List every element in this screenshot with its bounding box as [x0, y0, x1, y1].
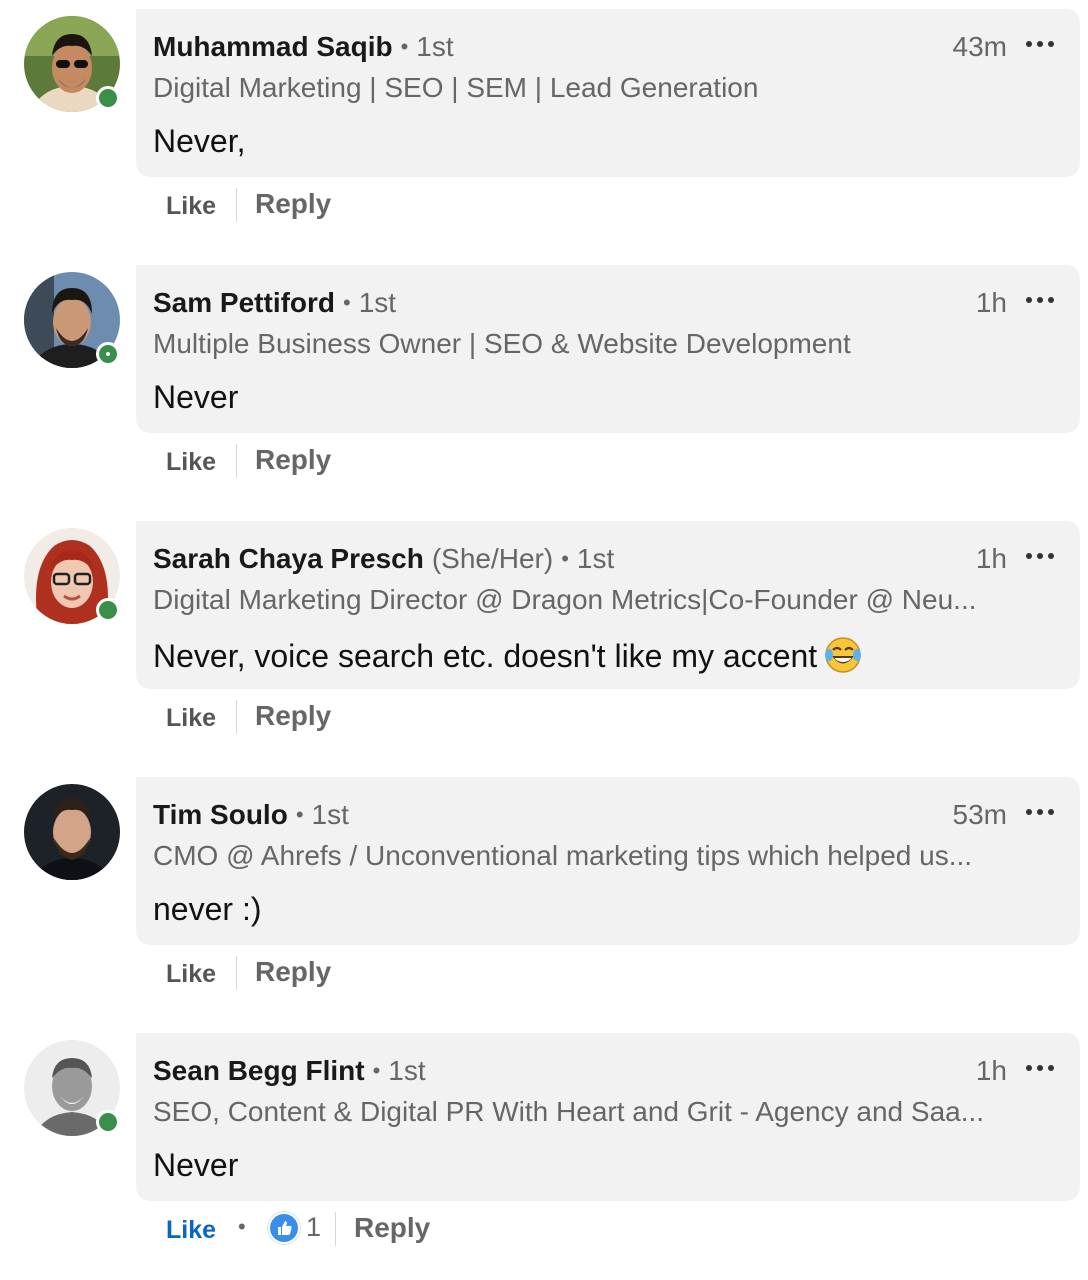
comment-bubble: Sean Begg Flint • 1st 1h SEO, Content & Di… — [136, 1033, 1080, 1201]
author-headline: Digital Marketing Director @ Dragon Metr… — [153, 584, 977, 615]
comment-header: Muhammad Saqib • 1st — [153, 31, 454, 63]
online-status-icon — [96, 598, 120, 622]
separator-dot: • — [238, 1214, 246, 1239]
like-button[interactable]: Like — [166, 960, 216, 989]
divider — [236, 956, 237, 990]
separator-dot: • — [343, 290, 351, 315]
more-options-icon[interactable] — [1026, 295, 1054, 305]
divider — [236, 700, 237, 734]
comment: Muhammad Saqib • 1st 43m Digital Marketing… — [0, 0, 1088, 256]
comment-header: Sam Pettiford • 1st — [153, 287, 396, 319]
comment: Sam Pettiford • 1st 1h Multiple Business O… — [0, 256, 1088, 512]
author-name[interactable]: Tim Soulo — [153, 799, 288, 830]
online-status-icon — [96, 1110, 120, 1134]
comment-header: Sarah Chaya Presch (She/Her) • 1st — [153, 543, 614, 575]
separator-dot: • — [372, 1058, 381, 1083]
connection-degree: 1st — [311, 799, 349, 830]
comment-text: Never, — [153, 123, 246, 159]
like-button[interactable]: Like — [166, 448, 216, 477]
reply-button[interactable]: Reply — [255, 188, 331, 220]
reply-button[interactable]: Reply — [255, 956, 331, 988]
online-status-icon — [96, 86, 120, 110]
connection-degree: 1st — [576, 543, 615, 574]
timestamp: 1h — [975, 1055, 1007, 1086]
author-name[interactable]: Sam Pettiford — [153, 287, 335, 318]
author-headline: Multiple Business Owner | SEO & Website … — [153, 328, 851, 359]
like-button[interactable]: Like — [166, 192, 216, 221]
more-options-icon[interactable] — [1026, 807, 1054, 817]
comment-bubble: Sam Pettiford • 1st 1h Multiple Business O… — [136, 265, 1080, 433]
author-headline: Digital Marketing | SEO | SEM | Lead Gen… — [153, 72, 759, 103]
comment-text: Never, voice search etc. doesn't like my… — [153, 638, 818, 674]
more-options-icon[interactable] — [1026, 1063, 1054, 1073]
author-headline: CMO @ Ahrefs / Unconventional marketing … — [153, 840, 973, 871]
comment-header: Tim Soulo • 1st — [153, 799, 349, 831]
divider — [236, 444, 237, 478]
separator-dot: • — [295, 802, 304, 827]
more-options-icon[interactable] — [1026, 39, 1054, 49]
tears-of-joy-emoji — [825, 637, 862, 673]
comment: Sean Begg Flint • 1st 1h SEO, Content & Di… — [0, 1024, 1088, 1280]
connection-degree: 1st — [358, 287, 397, 318]
timestamp: 43m — [952, 31, 1007, 62]
comment-bubble: Sarah Chaya Presch (She/Her) • 1st 1h Digit… — [136, 521, 1080, 689]
comment: Tim Soulo • 1st 53m CMO @ Ahrefs / Unconve… — [0, 768, 1088, 1024]
timestamp: 1h — [975, 287, 1007, 318]
reaction-count[interactable]: 1 — [306, 1212, 321, 1243]
timestamp: 53m — [952, 799, 1007, 830]
reply-button[interactable]: Reply — [354, 1212, 430, 1244]
separator-dot: • — [561, 546, 569, 571]
comment-bubble: Muhammad Saqib • 1st 43m Digital Marketing… — [136, 9, 1080, 177]
comment: Sarah Chaya Presch (She/Her) • 1st 1h Digit… — [0, 512, 1088, 768]
author-pronouns: (She/Her) — [431, 543, 554, 574]
like-button[interactable]: Like — [166, 1216, 216, 1245]
like-button[interactable]: Like — [166, 704, 216, 733]
comment-text-container: Never, voice search etc. doesn't like my… — [153, 635, 863, 675]
reply-button[interactable]: Reply — [255, 444, 331, 476]
connection-degree: 1st — [416, 31, 454, 62]
more-options-icon[interactable] — [1026, 551, 1054, 561]
reply-button[interactable]: Reply — [255, 700, 331, 732]
divider — [335, 1212, 336, 1246]
connection-degree: 1st — [388, 1055, 426, 1086]
author-name[interactable]: Sean Begg Flint — [153, 1055, 365, 1086]
comment-text: Never — [153, 379, 239, 415]
online-status-icon — [96, 342, 120, 366]
divider — [236, 188, 237, 222]
comment-bubble: Tim Soulo • 1st 53m CMO @ Ahrefs / Unconve… — [136, 777, 1080, 945]
thumbs-up-icon[interactable] — [268, 1212, 300, 1244]
separator-dot: • — [400, 34, 409, 59]
avatar[interactable] — [24, 784, 120, 880]
timestamp: 1h — [975, 543, 1007, 574]
comment-text: never :) — [153, 891, 262, 927]
author-name[interactable]: Sarah Chaya Presch — [153, 543, 424, 574]
comment-text: Never — [153, 1147, 239, 1183]
author-name[interactable]: Muhammad Saqib — [153, 31, 393, 62]
comment-header: Sean Begg Flint • 1st — [153, 1055, 426, 1087]
author-headline: SEO, Content & Digital PR With Heart and… — [153, 1096, 985, 1127]
